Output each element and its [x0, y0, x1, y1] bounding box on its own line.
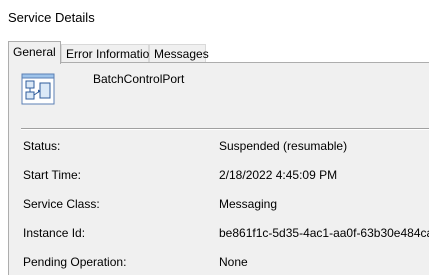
tab-error-information[interactable]: Error Information — [61, 44, 156, 63]
service-class-label: Service Class: — [23, 197, 100, 211]
start-time-label: Start Time: — [23, 168, 82, 182]
pending-operation-value: None — [219, 255, 248, 269]
general-panel: BatchControlPort Status: Suspended (resu… — [8, 62, 429, 275]
service-class-value: Messaging — [219, 197, 278, 211]
service-diagram-icon — [21, 73, 55, 105]
service-name: BatchControlPort — [93, 72, 185, 86]
tab-general[interactable]: General — [8, 41, 61, 64]
title-bar: Service Details — [0, 0, 429, 36]
start-time-value: 2/18/2022 4:45:09 PM — [219, 168, 338, 182]
tab-messages[interactable]: Messages — [149, 44, 209, 63]
divider — [21, 128, 429, 130]
status-label: Status: — [23, 139, 61, 153]
pending-operation-label: Pending Operation: — [23, 255, 127, 269]
instance-id-value: be861f1c-5d35-4ac1-aa0f-63b30e484ca3 — [219, 226, 429, 240]
instance-id-label: Instance Id: — [23, 226, 86, 240]
tab-strip: General Error Information Messages — [8, 41, 429, 64]
status-value: Suspended (resumable) — [219, 139, 348, 153]
window-title: Service Details — [8, 10, 95, 25]
